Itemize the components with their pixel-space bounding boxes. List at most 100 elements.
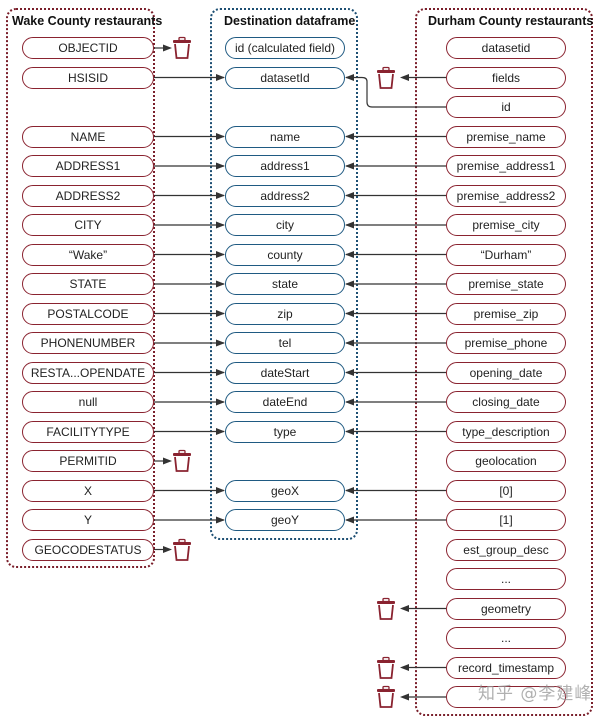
- trash-icon: [172, 449, 192, 473]
- arrowhead: [345, 192, 354, 199]
- durham-field: geolocation: [446, 450, 566, 472]
- durham-field: “Durham”: [446, 243, 566, 266]
- arrowhead: [216, 280, 225, 288]
- wake-field-label: ADDRESS2: [55, 188, 121, 203]
- durham-to-destination-arrow: [346, 76, 446, 108]
- durham-field: est_group_desc: [446, 538, 566, 561]
- durham-field: premise_city: [446, 214, 566, 236]
- wake-field: HSISID: [22, 66, 154, 89]
- destination-field-label: tel: [278, 336, 292, 350]
- destination-field: id (calculated field): [225, 37, 345, 59]
- destination-field: zip: [225, 302, 345, 325]
- wake-field-label: HSISID: [67, 70, 108, 85]
- arrowhead: [216, 192, 225, 199]
- wake-field: OBJECTID: [22, 37, 154, 59]
- destination-field-label: county: [267, 247, 303, 262]
- durham-field: premise_address2: [446, 184, 566, 207]
- arrowhead: [400, 74, 409, 81]
- arrowhead: [345, 487, 354, 494]
- durham-field-label: premise_name: [466, 129, 546, 144]
- durham-field-label: premise_state: [468, 277, 544, 291]
- destination-field-label: city: [276, 218, 294, 232]
- arrowhead: [345, 369, 354, 376]
- wake-field-label: OBJECTID: [58, 41, 118, 55]
- wake-field-label: CITY: [74, 218, 102, 232]
- durham-field-label: est_group_desc: [463, 542, 549, 557]
- durham-field-label: opening_date: [469, 365, 543, 380]
- durham-field-label: geolocation: [475, 454, 537, 468]
- destination-field: address2: [225, 184, 345, 207]
- destination-field: dateStart: [225, 361, 345, 384]
- arrowhead: [345, 221, 354, 229]
- wake-field: CITY: [22, 214, 154, 236]
- destination-field: dateEnd: [225, 391, 345, 413]
- trash-icon: [376, 685, 396, 709]
- arrowhead: [345, 310, 354, 317]
- arrowhead: [345, 74, 354, 81]
- durham-field: geometry: [446, 597, 566, 620]
- wake-field: PERMITID: [22, 450, 154, 472]
- durham-field: fields: [446, 66, 566, 89]
- wake-field-label: NAME: [70, 129, 106, 144]
- destination-field-label: dateEnd: [262, 395, 308, 409]
- durham-field-label: premise_phone: [464, 336, 548, 350]
- wake-field-label: X: [83, 483, 92, 498]
- arrowhead: [345, 398, 354, 406]
- durham-field-label: ...: [500, 631, 511, 645]
- trash-icon: [376, 597, 396, 621]
- durham-field-label: premise_zip: [473, 306, 539, 321]
- arrowhead: [216, 251, 225, 258]
- arrowhead: [345, 280, 354, 288]
- durham-field: premise_zip: [446, 302, 566, 325]
- durham-field: closing_date: [446, 391, 566, 413]
- wake-field: NAME: [22, 125, 154, 148]
- wake-field-label: RESTA...OPENDATE: [30, 365, 146, 380]
- wake-field: X: [22, 479, 154, 502]
- destination-field-label: name: [269, 129, 301, 144]
- arrowhead: [163, 44, 172, 52]
- wake-field-label: POSTALCODE: [47, 306, 129, 321]
- arrowhead: [216, 310, 225, 317]
- durham-field-label: [0]: [499, 483, 513, 498]
- arrowhead: [400, 664, 409, 671]
- arrowhead: [400, 605, 409, 612]
- arrowhead: [216, 221, 225, 229]
- arrowhead: [216, 516, 225, 524]
- arrowhead: [345, 133, 354, 140]
- wake-field: “Wake”: [22, 243, 154, 266]
- destination-field-label: geoY: [270, 513, 300, 527]
- arrowhead: [216, 74, 225, 81]
- durham-field: premise_phone: [446, 332, 566, 354]
- trash-icon: [376, 66, 396, 90]
- destination-field-label: geoX: [270, 483, 300, 498]
- arrowhead: [216, 398, 225, 406]
- destination-field: datasetId: [225, 66, 345, 89]
- destination-field-label: type: [273, 424, 297, 439]
- durham-field-label: record_timestamp: [457, 660, 555, 675]
- arrowhead: [216, 133, 225, 140]
- wake-field-label: “Wake”: [68, 247, 108, 262]
- durham-field: record_timestamp: [446, 656, 566, 679]
- durham-field-label: fields: [491, 70, 520, 85]
- durham-field-label: geometry: [480, 601, 532, 616]
- watermark: 知乎 @李建峰: [478, 684, 593, 704]
- arrowhead: [216, 369, 225, 376]
- destination-field: type: [225, 420, 345, 443]
- wake-field: ADDRESS2: [22, 184, 154, 207]
- destination-field-label: address2: [260, 188, 310, 203]
- arrowhead: [345, 339, 354, 347]
- wake-field: PHONENUMBER: [22, 332, 154, 354]
- durham-field-label: ...: [500, 572, 511, 586]
- durham-field: datasetid: [446, 37, 566, 59]
- trash-icon: [172, 36, 192, 60]
- arrowhead: [216, 487, 225, 494]
- durham-field-label: premise_city: [472, 218, 540, 232]
- durham-field: premise_state: [446, 273, 566, 295]
- arrowhead: [163, 457, 172, 465]
- arrowhead: [345, 428, 354, 435]
- destination-field: geoY: [225, 509, 345, 531]
- arrowhead: [216, 428, 225, 435]
- destination-field-label: dateStart: [260, 365, 310, 380]
- destination-field: address1: [225, 155, 345, 177]
- wake-field-label: STATE: [69, 277, 107, 291]
